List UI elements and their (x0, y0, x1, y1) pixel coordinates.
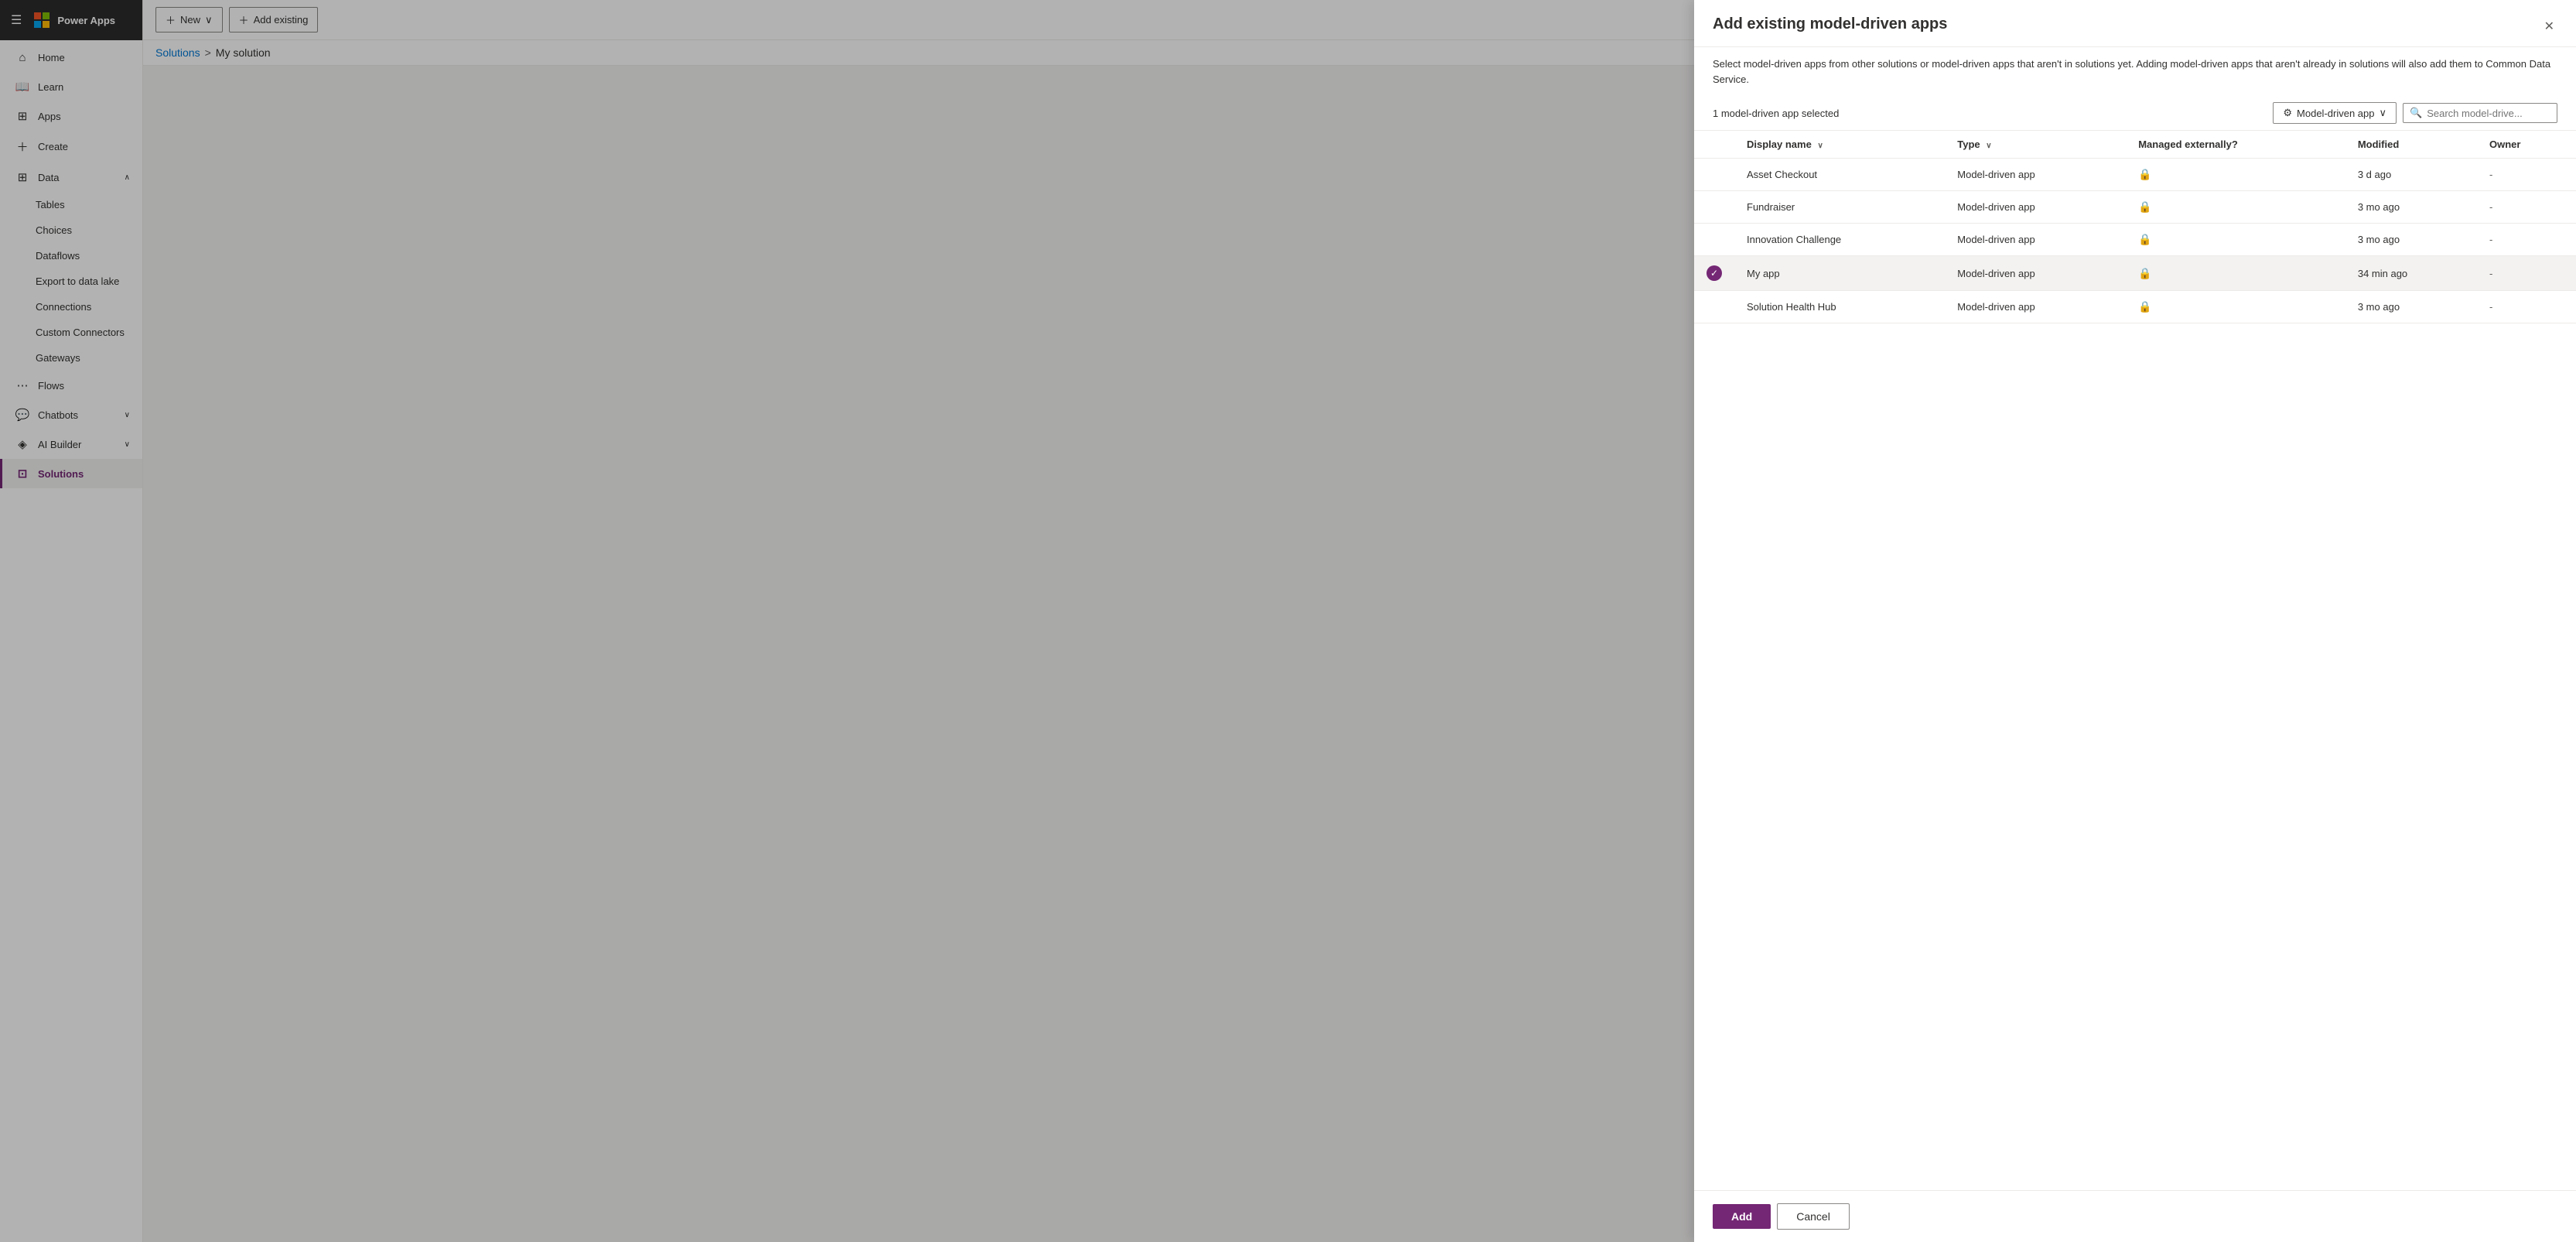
filter-button[interactable]: ⚙ Model-driven app ∨ (2273, 102, 2397, 124)
panel-toolbar-right: ⚙ Model-driven app ∨ 🔍 (2273, 102, 2557, 124)
panel-title: Add existing model-driven apps (1713, 15, 1947, 33)
row-check-cell[interactable] (1694, 159, 1734, 191)
panel-table-wrap: Display name ∨ Type ∨ Managed externally… (1694, 131, 2576, 1190)
selected-check-icon: ✓ (1707, 265, 1722, 281)
row-display-name: Asset Checkout (1734, 159, 1945, 191)
add-existing-panel: Add existing model-driven apps ✕ Select … (1694, 0, 2576, 1242)
row-managed-externally: 🔒 (2126, 291, 2345, 323)
row-type: Model-driven app (1945, 159, 2126, 191)
col-modified-label: Modified (2358, 139, 2399, 150)
add-button[interactable]: Add (1713, 1204, 1771, 1229)
row-modified: 34 min ago (2345, 256, 2477, 291)
row-type: Model-driven app (1945, 256, 2126, 291)
row-managed-externally: 🔒 (2126, 224, 2345, 256)
lock-icon: 🔒 (2138, 168, 2151, 180)
row-display-name: Solution Health Hub (1734, 291, 1945, 323)
search-input[interactable] (2427, 108, 2550, 119)
selected-count: 1 model-driven app selected (1713, 108, 1839, 119)
col-check (1694, 131, 1734, 159)
cancel-button[interactable]: Cancel (1777, 1203, 1850, 1230)
row-owner: - (2477, 191, 2576, 224)
row-managed-externally: 🔒 (2126, 159, 2345, 191)
row-owner: - (2477, 291, 2576, 323)
col-managed-externally-label: Managed externally? (2138, 139, 2238, 150)
row-modified: 3 mo ago (2345, 291, 2477, 323)
panel-description: Select model-driven apps from other solu… (1694, 47, 2576, 96)
row-type: Model-driven app (1945, 291, 2126, 323)
search-box: 🔍 (2403, 103, 2557, 123)
filter-chevron-icon: ∨ (2379, 107, 2386, 119)
table-row[interactable]: ✓ My appModel-driven app 🔒 34 min ago- (1694, 256, 2576, 291)
col-display-name[interactable]: Display name ∨ (1734, 131, 1945, 159)
filter-label: Model-driven app (2297, 108, 2374, 119)
row-check-cell[interactable] (1694, 224, 1734, 256)
row-check-cell[interactable] (1694, 291, 1734, 323)
col-managed-externally: Managed externally? (2126, 131, 2345, 159)
row-modified: 3 mo ago (2345, 224, 2477, 256)
panel-close-button[interactable]: ✕ (2541, 15, 2557, 37)
row-owner: - (2477, 256, 2576, 291)
col-display-name-label: Display name (1747, 139, 1812, 150)
lock-icon: 🔒 (2138, 300, 2151, 313)
search-icon: 🔍 (2410, 107, 2422, 119)
row-display-name: My app (1734, 256, 1945, 291)
row-managed-externally: 🔒 (2126, 256, 2345, 291)
row-display-name: Innovation Challenge (1734, 224, 1945, 256)
table-row[interactable]: FundraiserModel-driven app 🔒 3 mo ago- (1694, 191, 2576, 224)
panel-toolbar: 1 model-driven app selected ⚙ Model-driv… (1694, 96, 2576, 131)
table-row[interactable]: Asset CheckoutModel-driven app 🔒 3 d ago- (1694, 159, 2576, 191)
row-type: Model-driven app (1945, 191, 2126, 224)
modal-overlay: Add existing model-driven apps ✕ Select … (0, 0, 2576, 1242)
row-modified: 3 d ago (2345, 159, 2477, 191)
row-check-cell[interactable]: ✓ (1694, 256, 1734, 291)
overlay-spacer[interactable] (0, 0, 1694, 1242)
row-modified: 3 mo ago (2345, 191, 2477, 224)
table-row[interactable]: Solution Health HubModel-driven app 🔒 3 mo… (1694, 291, 2576, 323)
panel-header: Add existing model-driven apps ✕ (1694, 0, 2576, 47)
lock-icon: 🔒 (2138, 267, 2151, 279)
row-check-cell[interactable] (1694, 191, 1734, 224)
col-type-label: Type (1957, 139, 1980, 150)
type-sort-icon: ∨ (1986, 142, 1991, 150)
col-modified: Modified (2345, 131, 2477, 159)
col-type[interactable]: Type ∨ (1945, 131, 2126, 159)
row-owner: - (2477, 159, 2576, 191)
col-owner: Owner (2477, 131, 2576, 159)
row-type: Model-driven app (1945, 224, 2126, 256)
apps-table: Display name ∨ Type ∨ Managed externally… (1694, 131, 2576, 323)
display-name-sort-icon: ∨ (1817, 142, 1823, 150)
col-owner-label: Owner (2489, 139, 2520, 150)
lock-icon: 🔒 (2138, 200, 2151, 213)
table-row[interactable]: Innovation ChallengeModel-driven app 🔒 3 m… (1694, 224, 2576, 256)
row-owner: - (2477, 224, 2576, 256)
row-display-name: Fundraiser (1734, 191, 1945, 224)
panel-footer: Add Cancel (1694, 1190, 2576, 1242)
filter-icon: ⚙ (2283, 107, 2292, 119)
row-managed-externally: 🔒 (2126, 191, 2345, 224)
lock-icon: 🔒 (2138, 233, 2151, 245)
